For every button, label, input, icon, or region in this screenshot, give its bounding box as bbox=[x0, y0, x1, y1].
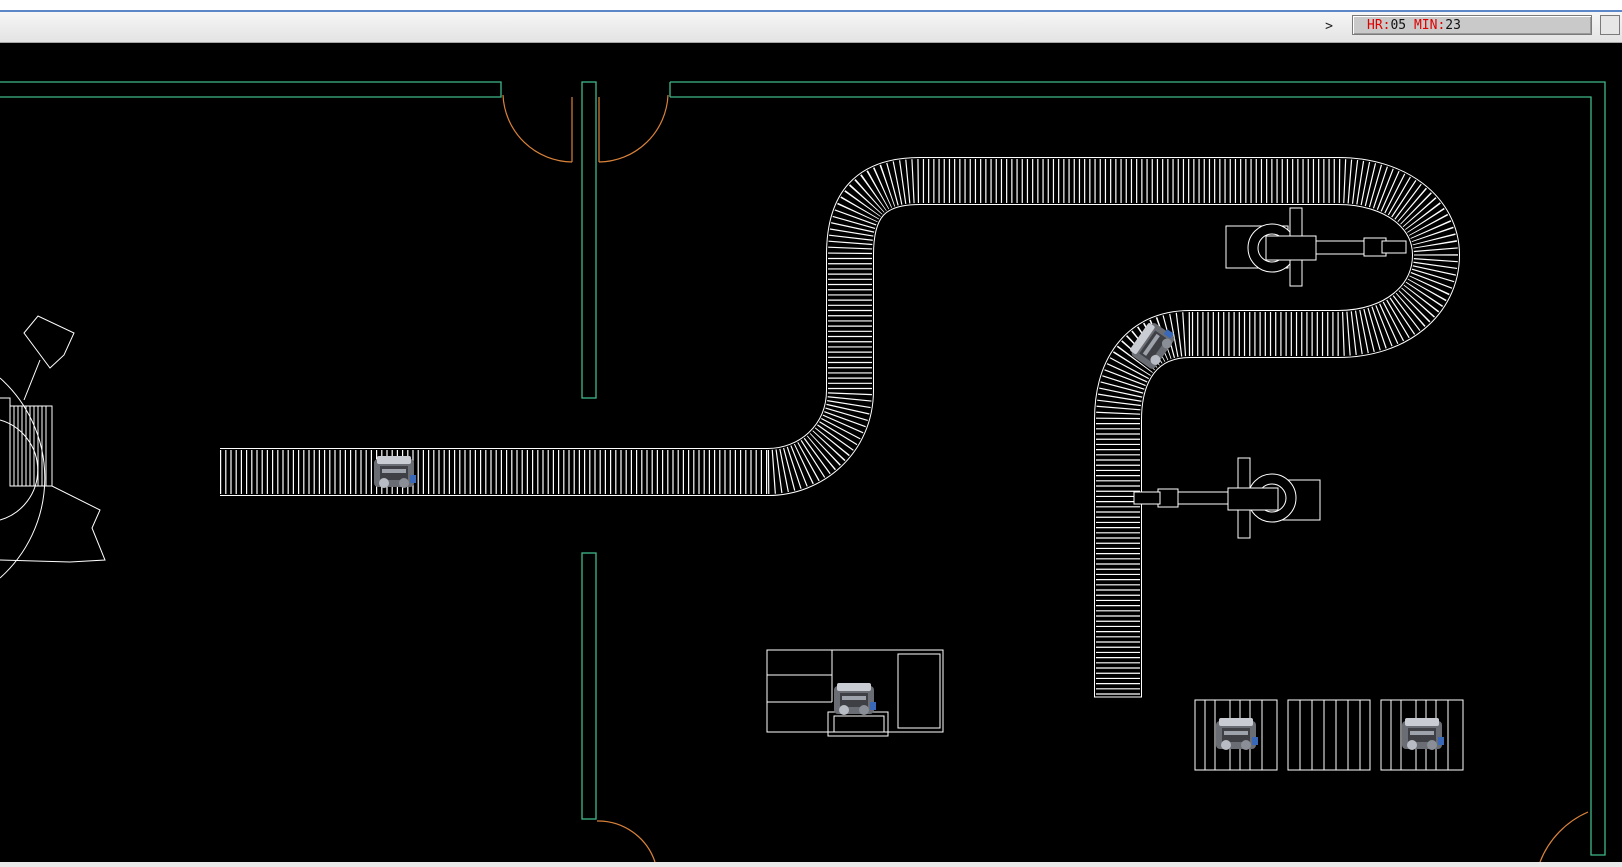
engine-on-pallet-3 bbox=[1402, 718, 1444, 750]
hour-value: 05 bbox=[1390, 18, 1407, 33]
left-machine bbox=[0, 315, 106, 579]
minute-label: MIN: bbox=[1413, 18, 1446, 33]
engine-on-pallet-1 bbox=[1216, 718, 1258, 750]
minute-value: 23 bbox=[1445, 18, 1461, 33]
engine-on-left-conveyor bbox=[374, 456, 416, 488]
expand-toolbar-button[interactable]: > bbox=[1322, 18, 1336, 36]
factory-floor-canvas[interactable] bbox=[0, 43, 1622, 862]
vertical-outbound-conveyor bbox=[1094, 310, 1192, 698]
robot-arm-upper bbox=[1225, 207, 1407, 287]
robot-arm-lower bbox=[1133, 457, 1321, 539]
simulation-clock: HR:05 MIN:23 bbox=[1352, 15, 1592, 35]
factory-floor-drawing bbox=[0, 81, 1606, 862]
engine-at-workstation bbox=[834, 683, 876, 715]
toolbar-end-button[interactable] bbox=[1600, 15, 1620, 35]
hour-label: HR: bbox=[1367, 18, 1391, 33]
title-bar-edge bbox=[0, 0, 1622, 12]
status-bar-edge bbox=[0, 862, 1622, 867]
